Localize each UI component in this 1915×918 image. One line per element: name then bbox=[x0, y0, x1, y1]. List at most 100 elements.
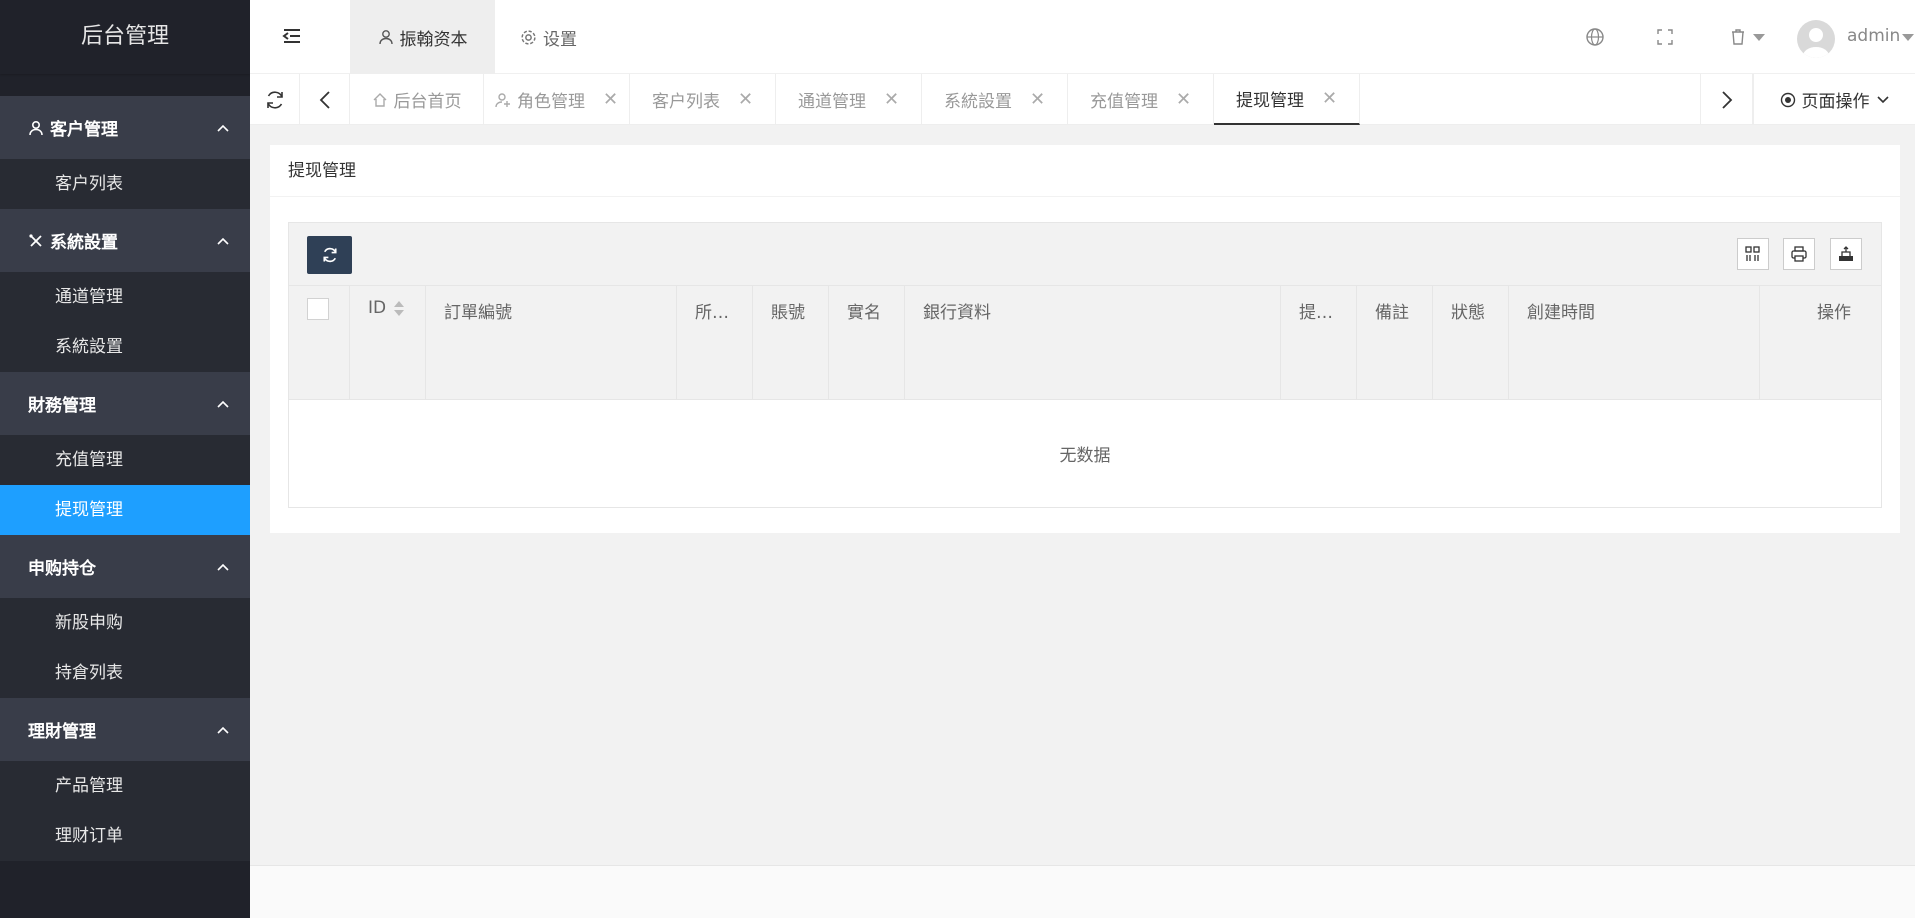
refresh-icon bbox=[266, 90, 283, 109]
avatar-icon bbox=[1803, 28, 1829, 58]
sidebar-item-recharge[interactable]: 充值管理 bbox=[0, 435, 250, 485]
tab-label: 提现管理 bbox=[1235, 91, 1304, 111]
sidebar-group-wealth[interactable]: 理財管理 bbox=[0, 698, 250, 761]
header-tab-settings[interactable]: 设置 bbox=[520, 0, 577, 74]
avatar[interactable] bbox=[1797, 20, 1835, 58]
sidebar-group-label: 系統設置 bbox=[50, 233, 118, 253]
fullscreen-icon[interactable] bbox=[1655, 27, 1675, 47]
select-all-checkbox[interactable] bbox=[307, 298, 329, 320]
tools-icon bbox=[29, 233, 42, 247]
tabs-scroll-left-button[interactable] bbox=[300, 74, 350, 125]
tab-recharge[interactable]: 充值管理 ✕ bbox=[1068, 74, 1214, 125]
app-logo-title: 后台管理 bbox=[0, 0, 250, 74]
tab-withdraw[interactable]: 提现管理 ✕ bbox=[1214, 74, 1360, 125]
refresh-tabs-button[interactable] bbox=[250, 74, 300, 125]
column-header: 實名 bbox=[829, 286, 905, 399]
sidebar-item-system-settings[interactable]: 系統設置 bbox=[0, 322, 250, 372]
chevron-down-icon bbox=[1876, 95, 1889, 103]
table-header: ID 訂單編號 所… 賬號 實名 銀行資料 提… 備註 狀態 創建時間 操作 bbox=[289, 286, 1881, 400]
header-tab-label: 设置 bbox=[543, 29, 577, 50]
page-operations-dropdown[interactable]: 页面操作 bbox=[1753, 74, 1915, 125]
chevron-up-icon bbox=[217, 237, 229, 245]
user-icon bbox=[29, 120, 43, 135]
sidebar-item-customer-list[interactable]: 客户列表 bbox=[0, 159, 250, 209]
export-icon bbox=[1839, 246, 1853, 261]
close-icon[interactable]: ✕ bbox=[738, 89, 753, 110]
tab-system-settings[interactable]: 系統設置 ✕ bbox=[922, 74, 1068, 125]
tab-roles[interactable]: 角色管理 ✕ bbox=[484, 74, 630, 125]
print-icon bbox=[1791, 246, 1807, 262]
sidebar-item-wealth-orders[interactable]: 理财订单 bbox=[0, 811, 250, 861]
tab-label: 系統設置 bbox=[943, 92, 1012, 112]
sidebar-group-label: 理財管理 bbox=[28, 722, 96, 742]
sidebar-group-system[interactable]: 系統設置 bbox=[0, 209, 250, 272]
close-icon[interactable]: ✕ bbox=[1030, 89, 1045, 110]
column-header: 銀行資料 bbox=[905, 286, 1281, 399]
chevron-right-icon bbox=[1721, 90, 1732, 109]
top-header: 振翰资本 设置 admin bbox=[250, 0, 1915, 74]
globe-icon[interactable] bbox=[1585, 27, 1605, 47]
sort-icon[interactable] bbox=[394, 300, 405, 316]
card-title: 提现管理 bbox=[270, 145, 1900, 197]
header-tab-label: 振翰资本 bbox=[399, 29, 468, 50]
chevron-up-icon bbox=[217, 563, 229, 571]
caret-down-icon[interactable] bbox=[1902, 34, 1914, 41]
sidebar: 后台管理 客户管理 客户列表 系統設置 通道管理 系統設置 財務管理 充值管理 … bbox=[0, 0, 250, 918]
sidebar-group-subscription[interactable]: 申购持仓 bbox=[0, 535, 250, 598]
trash-icon[interactable] bbox=[1728, 27, 1748, 47]
header-tab-company[interactable]: 振翰资本 bbox=[350, 0, 495, 74]
chevron-up-icon bbox=[217, 726, 229, 734]
user-icon bbox=[378, 30, 393, 45]
column-header: 所… bbox=[677, 286, 753, 399]
sidebar-group-label: 客户管理 bbox=[50, 120, 118, 140]
page-tab-bar: 后台首页 角色管理 ✕ 客户列表 ✕ 通道管理 ✕ 系統設置 ✕ 充值管理 ✕ … bbox=[250, 74, 1915, 125]
sidebar-item-products[interactable]: 产品管理 bbox=[0, 761, 250, 811]
footer-bar bbox=[250, 865, 1915, 918]
sidebar-group-customer[interactable]: 客户管理 bbox=[0, 96, 250, 159]
sidebar-group-finance[interactable]: 財務管理 bbox=[0, 372, 250, 435]
sidebar-item-withdraw[interactable]: 提现管理 bbox=[0, 485, 250, 535]
home-icon bbox=[373, 92, 386, 107]
user-add-icon bbox=[495, 92, 510, 107]
close-icon[interactable]: ✕ bbox=[884, 89, 899, 110]
column-header: 狀態 bbox=[1433, 286, 1509, 399]
tab-label: 客户列表 bbox=[651, 92, 720, 112]
page-operations-label: 页面操作 bbox=[1801, 92, 1870, 112]
tabs-scroll-right-button[interactable] bbox=[1700, 74, 1753, 125]
tab-customer-list[interactable]: 客户列表 ✕ bbox=[630, 74, 776, 125]
column-header: 創建時間 bbox=[1509, 286, 1760, 399]
sidebar-item-ipo[interactable]: 新股申购 bbox=[0, 598, 250, 648]
username[interactable]: admin bbox=[1847, 26, 1900, 46]
column-header: 備註 bbox=[1357, 286, 1433, 399]
chevron-up-icon bbox=[217, 400, 229, 408]
data-table: ID 訂單編號 所… 賬號 實名 銀行資料 提… 備註 狀態 創建時間 操作 无… bbox=[288, 222, 1882, 508]
tab-label: 充值管理 bbox=[1089, 92, 1158, 112]
chevron-up-icon bbox=[217, 124, 229, 132]
print-button[interactable] bbox=[1783, 238, 1815, 270]
target-icon bbox=[1780, 92, 1795, 107]
column-header: 操作 bbox=[1817, 303, 1851, 323]
sidebar-item-channel[interactable]: 通道管理 bbox=[0, 272, 250, 322]
tab-channel[interactable]: 通道管理 ✕ bbox=[776, 74, 922, 125]
sidebar-group-label: 財務管理 bbox=[28, 396, 96, 416]
close-icon[interactable]: ✕ bbox=[1176, 89, 1191, 110]
caret-down-icon[interactable] bbox=[1753, 34, 1765, 41]
sidebar-nav: 客户管理 客户列表 系統設置 通道管理 系統設置 財務管理 充值管理 提现管理 bbox=[0, 74, 250, 861]
refresh-button[interactable] bbox=[307, 236, 352, 274]
column-header-id[interactable]: ID bbox=[350, 286, 426, 399]
tab-label: 通道管理 bbox=[797, 92, 866, 112]
export-button[interactable] bbox=[1830, 238, 1862, 270]
menu-fold-icon[interactable] bbox=[280, 24, 304, 48]
chevron-left-icon bbox=[319, 90, 330, 109]
close-icon[interactable]: ✕ bbox=[1322, 88, 1337, 109]
table-toolbar bbox=[289, 223, 1881, 286]
gear-icon bbox=[521, 29, 536, 45]
close-icon[interactable]: ✕ bbox=[603, 89, 618, 110]
tab-home[interactable]: 后台首页 bbox=[350, 74, 484, 125]
select-all-cell bbox=[289, 286, 350, 399]
column-filter-button[interactable] bbox=[1737, 238, 1769, 270]
columns-icon bbox=[1745, 246, 1760, 261]
sidebar-item-holdings[interactable]: 持倉列表 bbox=[0, 648, 250, 698]
tab-label: 后台首页 bbox=[393, 92, 462, 112]
column-header: 訂單編號 bbox=[426, 286, 677, 399]
